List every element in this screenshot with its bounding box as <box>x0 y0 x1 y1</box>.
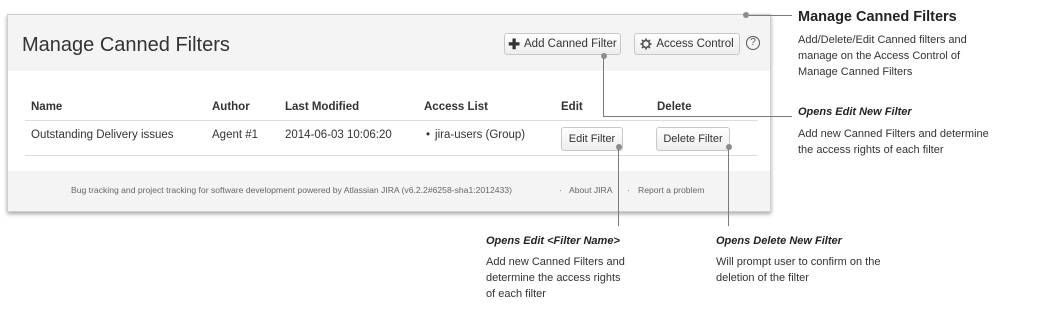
gear-icon <box>640 38 652 50</box>
annotation-edit-new-heading: Opens Edit New Filter <box>798 106 912 118</box>
report-problem-link[interactable]: Report a problem <box>638 185 704 195</box>
edit-filter-button[interactable]: Edit Filter <box>561 127 623 151</box>
panel-header: Manage Canned Filters ✚ Add Canned Filte… <box>8 15 770 71</box>
callout-line-edit <box>618 149 619 226</box>
bullet-icon: • <box>426 129 431 141</box>
cell-filter-name: Outstanding Delivery issues <box>31 129 174 141</box>
header-access-list: Access List <box>424 101 488 113</box>
annotation-manage-title: Manage Canned Filters <box>798 9 957 25</box>
add-canned-filter-label: Add Canned Filter <box>524 38 617 50</box>
manage-canned-filters-panel: Manage Canned Filters ✚ Add Canned Filte… <box>7 14 771 212</box>
header-author: Author <box>212 101 250 113</box>
header-delete: Delete <box>657 101 692 113</box>
callout-line-add-vertical <box>603 58 604 116</box>
row-divider <box>25 155 758 156</box>
callout-dot-delete <box>726 144 732 150</box>
annotation-delete-text: Will prompt user to confirm on the delet… <box>716 256 881 284</box>
annotation-delete-heading: Opens Delete New Filter <box>716 235 842 247</box>
header-name: Name <box>31 101 63 113</box>
access-control-label: Access Control <box>656 38 734 50</box>
footer-credit: Bug tracking and project tracking for so… <box>71 185 512 195</box>
cell-last-modified: 2014-06-03 10:06:20 <box>285 129 392 141</box>
plus-icon: ✚ <box>508 36 521 52</box>
callout-line-delete <box>728 149 729 226</box>
header-divider <box>25 120 758 121</box>
callout-line-add-horizontal <box>603 116 792 117</box>
page-title: Manage Canned Filters <box>22 34 230 56</box>
cell-author: Agent #1 <box>212 129 259 141</box>
header-edit: Edit <box>561 101 583 113</box>
callout-dot-edit <box>616 144 622 150</box>
annotation-manage-text: Add/Delete/Edit Canned filters and manag… <box>798 34 967 78</box>
callout-line-manage <box>749 15 792 16</box>
add-canned-filter-button[interactable]: ✚ Add Canned Filter <box>504 33 621 55</box>
footer-separator: · <box>627 185 630 195</box>
help-icon[interactable]: ? <box>746 36 760 50</box>
annotation-edit-name-text: Add new Canned Filters and determine the… <box>486 256 625 300</box>
callout-dot-add <box>601 53 607 59</box>
delete-filter-button[interactable]: Delete Filter <box>656 127 730 151</box>
header-last-modified: Last Modified <box>285 101 360 113</box>
access-list-entry: jira-users (Group) <box>435 129 526 141</box>
annotation-edit-name-heading: Opens Edit <Filter Name> <box>486 235 620 247</box>
access-control-button[interactable]: Access Control <box>634 33 740 55</box>
cell-access-list: • jira-users (Group) <box>426 129 525 141</box>
about-jira-link[interactable]: About JIRA <box>569 185 612 195</box>
annotation-edit-new-text: Add new Canned Filters and determine the… <box>798 128 989 156</box>
filters-table: Name Author Last Modified Access List Ed… <box>8 71 770 171</box>
footer-separator: · <box>559 185 562 195</box>
